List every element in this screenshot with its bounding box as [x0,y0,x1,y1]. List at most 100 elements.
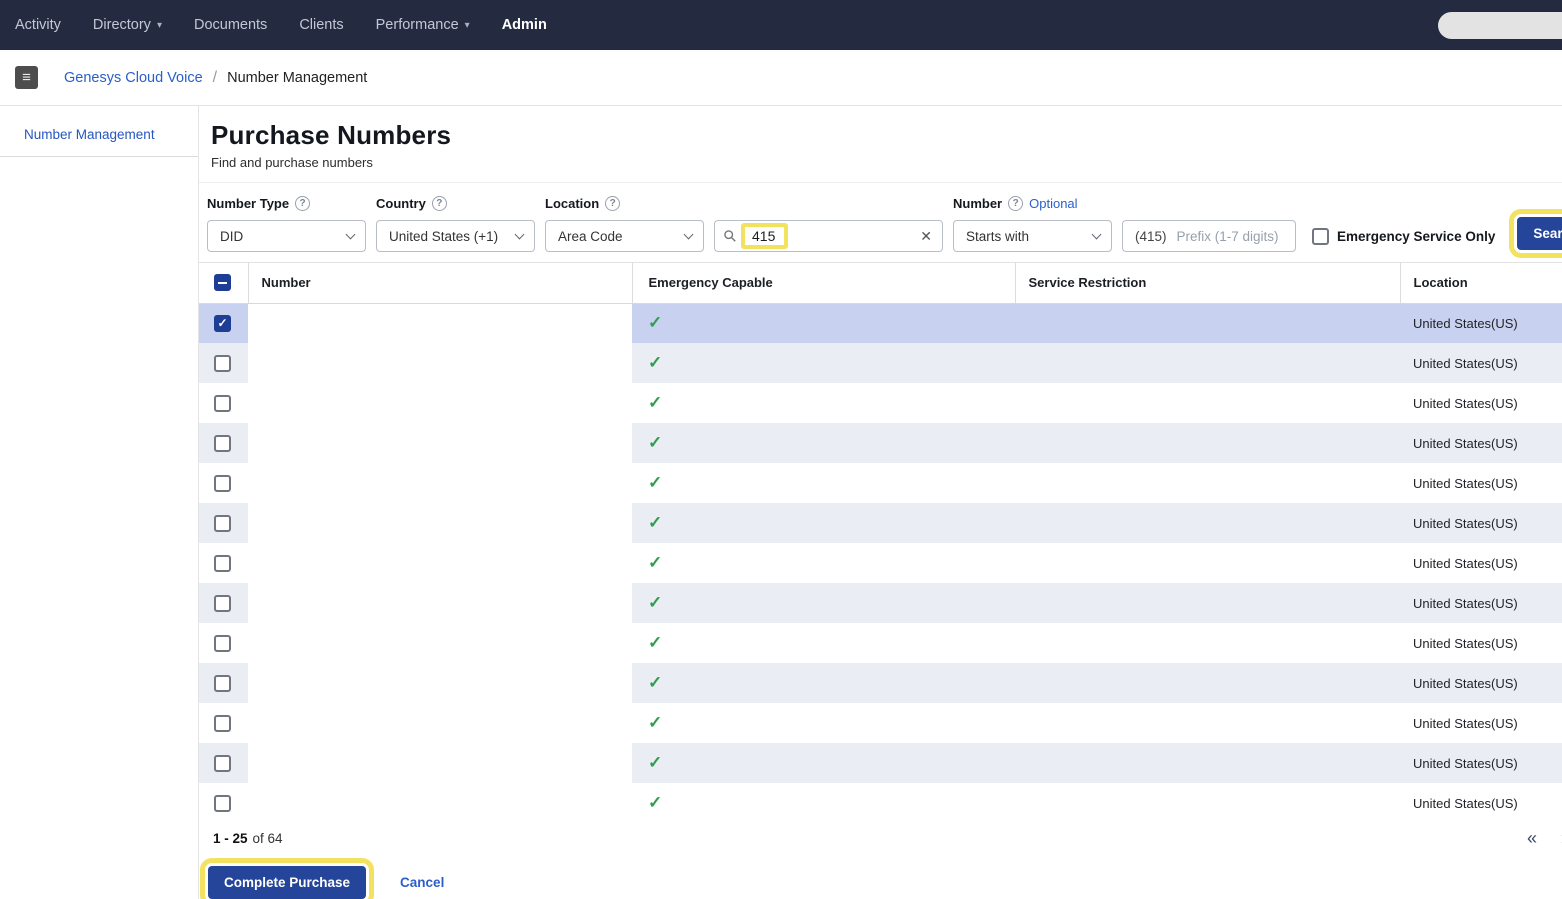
emergency-capable-check-icon: ✓ [648,473,662,492]
emergency-capable-check-icon: ✓ [648,433,662,452]
row-checkbox[interactable] [214,595,231,612]
nav-item-directory[interactable]: Directory▾ [93,17,162,33]
chevron-down-icon [346,229,356,239]
number-cell [248,783,632,820]
nav-item-label: Clients [299,17,343,33]
help-icon[interactable]: ? [432,196,447,211]
service-restriction-cell [1015,503,1400,543]
pagination-total: of 64 [253,831,283,846]
table-row[interactable]: ✓ United States(US) [199,423,1562,463]
table-row[interactable]: ✓United States(US) [199,503,1562,543]
breadcrumb-current: Number Management [227,70,367,86]
previous-page-button[interactable]: « [1527,829,1537,847]
cancel-button[interactable]: Cancel [394,874,450,891]
location-cell: United States(US) [1400,423,1562,463]
row-checkbox[interactable] [214,555,231,572]
table-row[interactable]: ✓United States(US) [199,383,1562,423]
global-search-input[interactable] [1438,12,1562,39]
emergency-service-only-option: Emergency Service Only [1312,228,1495,245]
number-prefix-input[interactable]: (415) Prefix (1-7 digits) [1122,220,1296,252]
table-row[interactable]: ✓United States(US) [199,663,1562,703]
help-icon[interactable]: ? [1008,196,1023,211]
search-button[interactable]: Search [1517,217,1562,250]
row-checkbox[interactable] [214,795,231,812]
nav-item-performance[interactable]: Performance▾ [376,17,470,33]
search-icon [723,229,737,243]
country-select[interactable]: United States (+1) [376,220,535,252]
optional-label: Optional [1029,196,1077,211]
filter-number: Number ? Optional Starts with (415) Pref… [953,195,1296,252]
row-checkbox[interactable] [214,395,231,412]
service-restriction-cell [1015,703,1400,743]
menu-toggle-button[interactable]: ≡ [15,66,38,89]
number-prefix-value: (415) [1135,229,1167,244]
country-value: United States (+1) [389,229,498,244]
table-row[interactable]: ✓✓United States(US) [199,303,1562,343]
chevron-down-icon [1092,229,1102,239]
table-row[interactable]: ✓United States(US) [199,703,1562,743]
number-match-select[interactable]: Starts with [953,220,1112,252]
page-header: Purchase Numbers Find and purchase numbe… [199,106,1562,183]
select-all-checkbox[interactable] [214,274,231,291]
area-code-search-input[interactable]: 415 ✕ [714,220,943,252]
help-icon[interactable]: ? [605,196,620,211]
location-type-value: Area Code [558,229,623,244]
number-cell [248,423,632,463]
number-type-select[interactable]: DID [207,220,366,252]
complete-purchase-button[interactable]: Complete Purchase [208,866,366,899]
area-code-search-value: 415 [741,223,788,249]
sidebar-item-number-management[interactable]: Number Management [0,106,198,157]
hamburger-icon: ≡ [22,70,31,85]
table-row[interactable]: ✓United States(US) [199,743,1562,783]
number-cell [248,623,632,663]
emergency-service-only-checkbox[interactable] [1312,228,1329,245]
complete-purchase-highlight: Complete Purchase [208,866,366,899]
help-icon[interactable]: ? [295,196,310,211]
emergency-capable-cell: ✓ [632,703,1015,743]
nav-item-label: Admin [502,17,547,33]
row-checkbox[interactable] [214,475,231,492]
breadcrumb-parent-link[interactable]: Genesys Cloud Voice [64,70,203,86]
row-checkbox[interactable] [214,715,231,732]
emergency-capable-cell: ✓ [632,503,1015,543]
filter-location: Location ? Area Code 415 ✕ [545,195,943,252]
location-type-select[interactable]: Area Code [545,220,704,252]
row-checkbox[interactable]: ✓ [214,315,231,332]
row-checkbox[interactable] [214,635,231,652]
nav-item-label: Performance [376,17,459,33]
nav-item-clients[interactable]: Clients [299,17,343,33]
emergency-capable-check-icon: ✓ [648,673,662,692]
results-table: Number Emergency Capable Service Restric… [199,263,1562,820]
filters-bar: Number Type ? DID Country ? United State… [199,183,1562,263]
main-content: Purchase Numbers Find and purchase numbe… [199,106,1562,899]
number-cell [248,703,632,743]
nav-item-activity[interactable]: Activity [15,17,61,33]
table-row[interactable]: ✓United States(US) [199,463,1562,503]
emergency-capable-check-icon: ✓ [648,553,662,572]
emergency-capable-cell: ✓ [632,303,1015,343]
row-checkbox[interactable] [214,755,231,772]
table-row[interactable]: ✓United States(US) [199,783,1562,820]
number-cell [248,343,632,383]
breadcrumb-separator: / [213,69,217,87]
number-match-value: Starts with [966,229,1029,244]
location-cell: United States(US) [1400,743,1562,783]
nav-item-documents[interactable]: Documents [194,17,267,33]
emergency-capable-cell: ✓ [632,623,1015,663]
sidebar: Number Management [0,106,199,899]
emergency-capable-check-icon: ✓ [648,713,662,732]
clear-search-button[interactable]: ✕ [920,228,932,245]
row-checkbox[interactable] [214,435,231,452]
row-checkbox[interactable] [214,355,231,372]
nav-item-admin[interactable]: Admin [502,17,547,33]
table-row[interactable]: ✓United States(US) [199,583,1562,623]
row-checkbox[interactable] [214,515,231,532]
number-cell [248,303,632,343]
row-checkbox[interactable] [214,675,231,692]
service-restriction-cell [1015,383,1400,423]
table-row[interactable]: ✓United States(US) [199,623,1562,663]
table-row[interactable]: ✓United States(US) [199,543,1562,583]
search-button-highlight: Search [1517,217,1562,250]
table-row[interactable]: ✓United States(US) [199,343,1562,383]
column-header-emergency-capable: Emergency Capable [632,263,1015,303]
